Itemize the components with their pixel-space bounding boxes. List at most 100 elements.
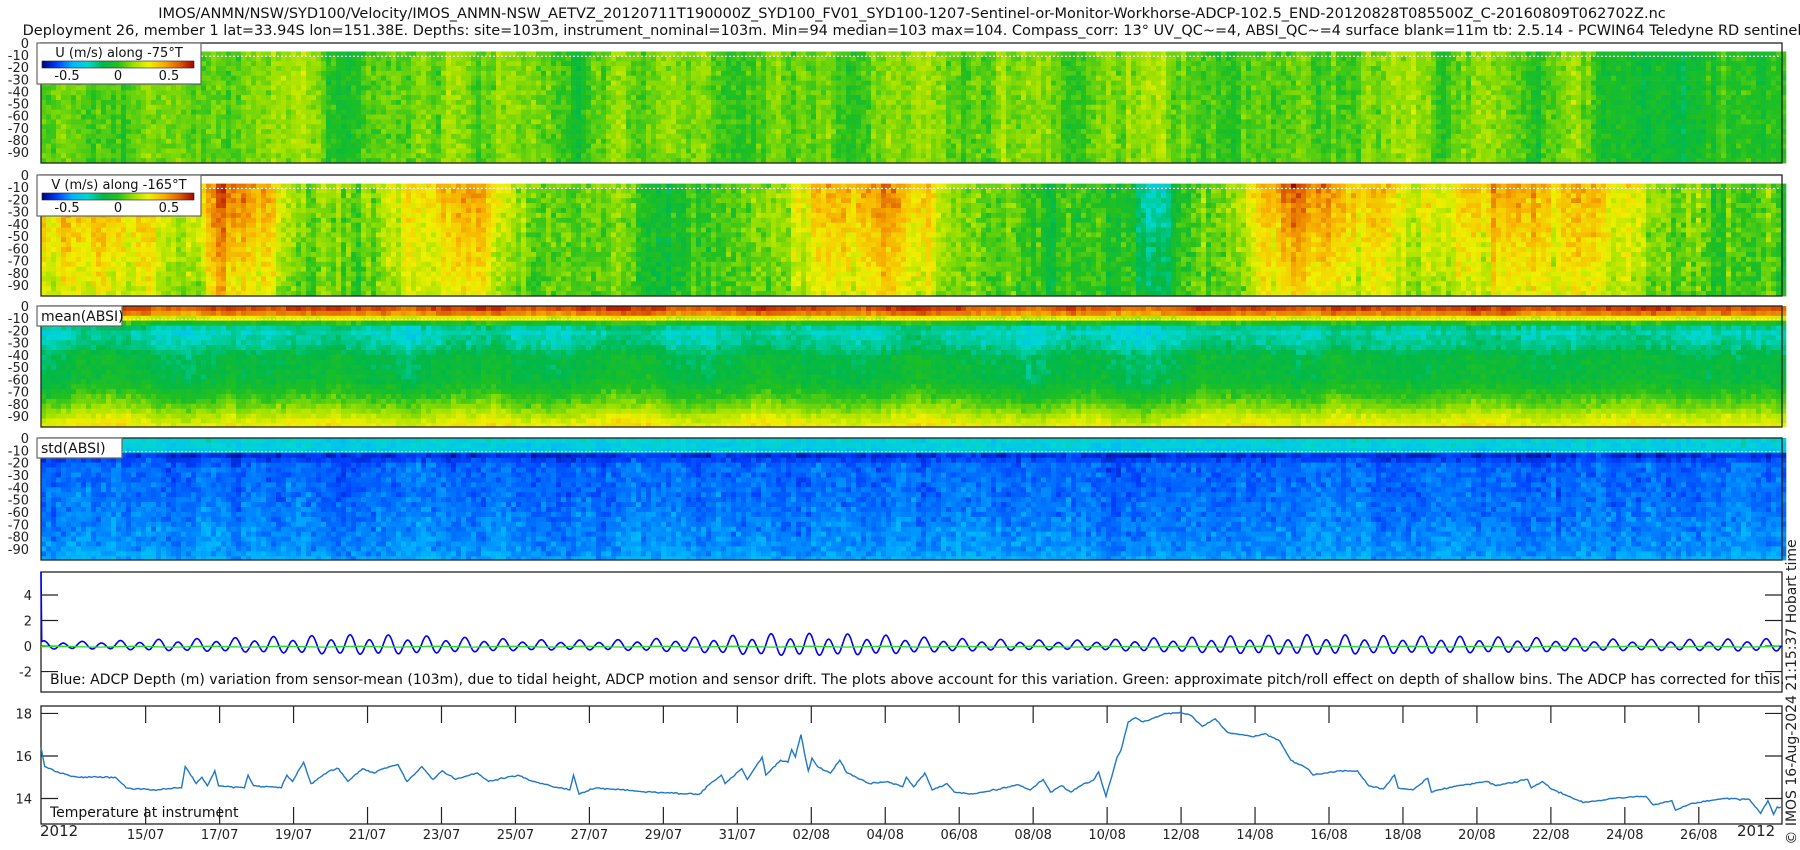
heatmap-cell bbox=[361, 71, 366, 76]
heatmap-cell bbox=[341, 129, 346, 134]
heatmap-cell bbox=[151, 149, 156, 154]
heatmap-cell bbox=[171, 119, 176, 124]
heatmap-cell bbox=[71, 105, 76, 110]
heatmap-cell bbox=[181, 144, 186, 149]
heatmap-cell bbox=[371, 61, 376, 66]
heatmap-cell bbox=[211, 129, 216, 134]
heatmap-cell bbox=[71, 100, 76, 105]
heatmap-cell bbox=[206, 66, 211, 71]
heatmap-cell bbox=[241, 95, 246, 100]
heatmap-cell bbox=[241, 134, 246, 139]
heatmap-cell bbox=[131, 115, 136, 120]
heatmap-cell bbox=[356, 71, 361, 76]
heatmap-cell bbox=[206, 61, 211, 66]
heatmap-cell bbox=[356, 76, 361, 81]
heatmap-cell bbox=[301, 153, 306, 158]
heatmap-cell bbox=[141, 153, 146, 158]
heatmap-cell bbox=[91, 115, 96, 120]
heatmap-cell bbox=[56, 149, 61, 154]
heatmap-cell bbox=[151, 90, 156, 95]
heatmap-cell bbox=[376, 85, 381, 90]
heatmap-cell bbox=[251, 139, 256, 144]
heatmap-cell bbox=[321, 66, 326, 71]
heatmap-cell bbox=[111, 134, 116, 139]
heatmap-cell bbox=[246, 119, 251, 124]
heatmap-cell bbox=[206, 149, 211, 154]
heatmap-cell bbox=[321, 81, 326, 86]
heatmap-cell bbox=[316, 76, 321, 81]
heatmap-cell bbox=[236, 95, 241, 100]
heatmap-cell bbox=[226, 144, 231, 149]
heatmap-cell bbox=[276, 105, 281, 110]
heatmap-cell bbox=[361, 76, 366, 81]
heatmap-cell bbox=[171, 95, 176, 100]
heatmap-cell bbox=[146, 124, 151, 129]
heatmap-cell bbox=[346, 134, 351, 139]
heatmap-cell bbox=[171, 105, 176, 110]
heatmap-cell bbox=[56, 129, 61, 134]
heatmap-cell bbox=[56, 134, 61, 139]
heatmap-cell bbox=[371, 153, 376, 158]
heatmap-cell bbox=[136, 139, 141, 144]
heatmap-cell bbox=[226, 129, 231, 134]
heatmap-cell bbox=[296, 139, 301, 144]
heatmap-cell bbox=[301, 61, 306, 66]
heatmap-cell bbox=[286, 56, 291, 61]
heatmap-cell bbox=[321, 90, 326, 95]
heatmap-cell bbox=[51, 115, 56, 120]
heatmap-cell bbox=[221, 61, 226, 66]
heatmap-cell bbox=[216, 139, 221, 144]
heatmap-cell bbox=[231, 110, 236, 115]
heatmap-cell bbox=[331, 149, 336, 154]
heatmap-cell bbox=[361, 66, 366, 71]
heatmap-cell bbox=[361, 81, 366, 86]
heatmap-cell bbox=[316, 105, 321, 110]
heatmap-cell bbox=[161, 115, 166, 120]
heatmap-cell bbox=[196, 134, 201, 139]
heatmap-cell bbox=[266, 119, 271, 124]
heatmap-cell bbox=[266, 129, 271, 134]
heatmap-cell bbox=[76, 153, 81, 158]
heatmap-cell bbox=[321, 110, 326, 115]
heatmap-cell bbox=[151, 115, 156, 120]
heatmap-cell bbox=[106, 129, 111, 134]
heatmap-cell bbox=[296, 56, 301, 61]
heatmap-cell bbox=[261, 129, 266, 134]
heatmap-cell bbox=[361, 124, 366, 129]
heatmap-cell bbox=[221, 144, 226, 149]
heatmap-cell bbox=[206, 85, 211, 90]
heatmap-cell bbox=[266, 81, 271, 86]
heatmap-cell bbox=[191, 119, 196, 124]
heatmap-cell bbox=[166, 149, 171, 154]
heatmap-cell bbox=[116, 119, 121, 124]
heatmap-cell bbox=[186, 129, 191, 134]
heatmap-cell bbox=[146, 153, 151, 158]
heatmap-cell bbox=[171, 149, 176, 154]
heatmap-cell bbox=[301, 95, 306, 100]
heatmap-cell bbox=[66, 153, 71, 158]
heatmap-cell bbox=[286, 110, 291, 115]
heatmap-cell bbox=[311, 100, 316, 105]
heatmap-cell bbox=[66, 119, 71, 124]
heatmap-cell bbox=[126, 90, 131, 95]
heatmap-cell bbox=[221, 139, 226, 144]
heatmap-cell bbox=[211, 61, 216, 66]
heatmap-cell bbox=[141, 100, 146, 105]
heatmap-cell bbox=[56, 85, 61, 90]
heatmap-cell bbox=[256, 153, 261, 158]
heatmap-cell bbox=[266, 95, 271, 100]
heatmap-cell bbox=[226, 76, 231, 81]
heatmap-cell bbox=[136, 115, 141, 120]
heatmap-cell bbox=[281, 85, 286, 90]
heatmap-cell bbox=[276, 81, 281, 86]
heatmap-cell bbox=[311, 149, 316, 154]
heatmap-cell bbox=[266, 115, 271, 120]
heatmap-cell bbox=[96, 119, 101, 124]
heatmap-cell bbox=[336, 81, 341, 86]
heatmap-cell bbox=[296, 76, 301, 81]
heatmap-cell bbox=[161, 153, 166, 158]
heatmap-cell bbox=[251, 61, 256, 66]
heatmap-cell bbox=[156, 139, 161, 144]
heatmap-cell bbox=[41, 134, 46, 139]
heatmap-cell bbox=[146, 144, 151, 149]
